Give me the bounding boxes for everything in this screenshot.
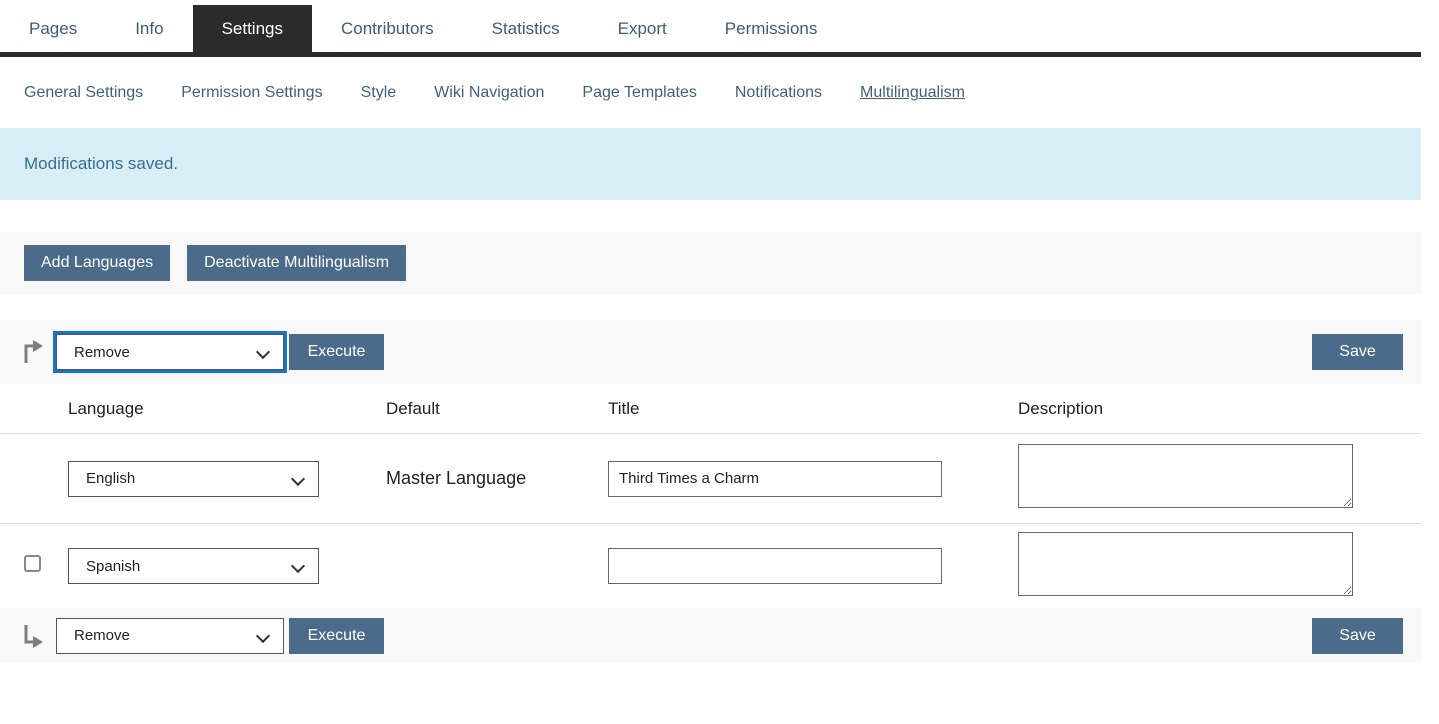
subnav-style[interactable]: Style <box>361 84 397 102</box>
tab-pages[interactable]: Pages <box>0 5 106 52</box>
tab-export[interactable]: Export <box>589 5 696 52</box>
bulk-toolbar-bottom: Remove Execute Save <box>0 608 1421 663</box>
tab-settings[interactable]: Settings <box>193 5 312 52</box>
success-banner-message: Modifications saved. <box>24 154 178 174</box>
arrow-down-right-icon <box>20 622 44 650</box>
main-tab-bar: Pages Info Settings Contributors Statist… <box>0 5 1421 57</box>
tab-permissions[interactable]: Permissions <box>696 5 847 52</box>
success-banner: Modifications saved. <box>0 128 1421 200</box>
row1-language-select[interactable]: English <box>68 461 319 497</box>
actions-strip: Add Languages Deactivate Multilingualism <box>0 232 1421 294</box>
add-languages-button[interactable]: Add Languages <box>24 245 170 281</box>
row1-description-textarea[interactable] <box>1018 444 1353 508</box>
execute-button-bottom[interactable]: Execute <box>289 618 384 654</box>
subnav-page-templates[interactable]: Page Templates <box>582 84 696 102</box>
row2-select-checkbox[interactable] <box>24 555 41 572</box>
tab-info[interactable]: Info <box>106 5 192 52</box>
header-language: Language <box>68 399 386 419</box>
subnav-general-settings[interactable]: General Settings <box>24 84 143 102</box>
subnav-permission-settings[interactable]: Permission Settings <box>181 84 322 102</box>
subnav-multilingualism[interactable]: Multilingualism <box>860 84 965 102</box>
save-button-top[interactable]: Save <box>1312 334 1403 370</box>
languages-table-header: Language Default Title Description <box>0 384 1421 434</box>
row2-title-input[interactable] <box>608 548 942 584</box>
save-button-bottom[interactable]: Save <box>1312 618 1403 654</box>
bulk-action-select-top-wrap: Remove <box>56 334 284 370</box>
row2-description-textarea[interactable] <box>1018 532 1353 596</box>
subnav-notifications[interactable]: Notifications <box>735 84 822 102</box>
arrow-up-right-icon <box>20 338 44 366</box>
header-description: Description <box>1018 399 1421 419</box>
bulk-action-select-top[interactable]: Remove <box>56 334 284 370</box>
row2-language-select-wrap: Spanish <box>68 548 319 584</box>
row2-language-select[interactable]: Spanish <box>68 548 319 584</box>
subnav-wiki-navigation[interactable]: Wiki Navigation <box>434 84 544 102</box>
table-row-spanish: Spanish <box>0 524 1421 608</box>
header-default: Default <box>386 399 608 419</box>
row1-title-input[interactable] <box>608 461 942 497</box>
table-row-master-language: English Master Language <box>0 434 1421 524</box>
deactivate-multilingualism-button[interactable]: Deactivate Multilingualism <box>187 245 406 281</box>
tab-contributors[interactable]: Contributors <box>312 5 463 52</box>
tab-statistics[interactable]: Statistics <box>463 5 589 52</box>
header-title: Title <box>608 399 1018 419</box>
page: Pages Info Settings Contributors Statist… <box>0 5 1421 663</box>
bulk-action-select-bottom-wrap: Remove <box>56 618 284 654</box>
bulk-toolbar-top: Remove Execute Save <box>0 320 1421 384</box>
row1-language-select-wrap: English <box>68 461 319 497</box>
master-language-label: Master Language <box>386 468 608 489</box>
execute-button-top[interactable]: Execute <box>289 334 384 370</box>
bulk-action-select-bottom[interactable]: Remove <box>56 618 284 654</box>
settings-subnav: General Settings Permission Settings Sty… <box>0 57 1421 128</box>
